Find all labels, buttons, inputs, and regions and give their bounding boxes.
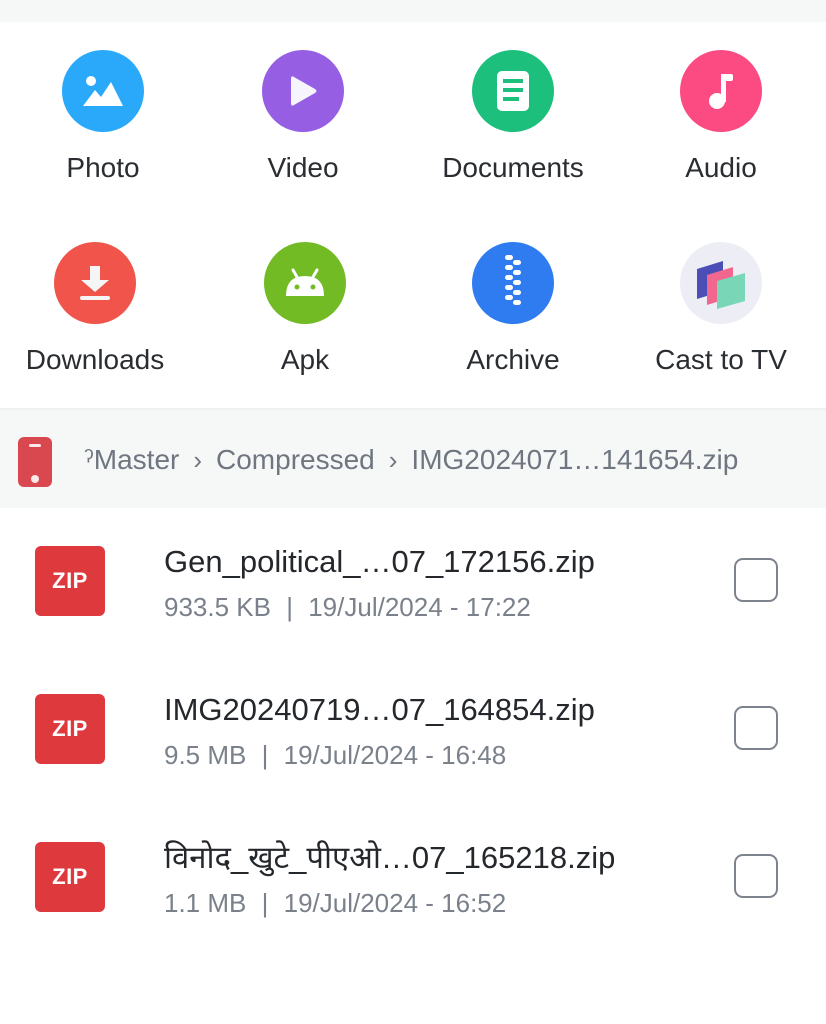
image-icon bbox=[62, 50, 144, 132]
category-label: Downloads bbox=[25, 344, 165, 375]
file-meta: 933.5 KB | 19/Jul/2024 - 17:22 bbox=[164, 592, 531, 623]
category-archive[interactable]: Archive bbox=[410, 242, 616, 376]
breadcrumb-item[interactable]: ˀMaster bbox=[84, 444, 179, 476]
breadcrumb-item[interactable]: IMG2024071…141654.zip bbox=[411, 444, 738, 476]
zip-file-icon: ZIP bbox=[35, 546, 105, 616]
zipper-icon bbox=[472, 242, 554, 324]
category-label: Photo bbox=[66, 152, 140, 183]
cast-screens-icon bbox=[680, 242, 762, 324]
category-label: Cast to TV bbox=[655, 344, 787, 375]
meta-separator: | bbox=[261, 740, 269, 770]
file-name: विनोद_खुटे_पीएओ…07_165218.zip bbox=[164, 840, 616, 875]
category-label: Apk bbox=[280, 344, 330, 375]
android-icon bbox=[264, 242, 346, 324]
category-cast-to-tv[interactable]: Cast to TV bbox=[618, 242, 824, 376]
category-downloads[interactable]: Downloads bbox=[0, 242, 198, 376]
select-checkbox[interactable] bbox=[734, 558, 778, 602]
category-video[interactable]: Video bbox=[200, 50, 406, 184]
category-grid: Photo Video Documents Audio Downloads Ap… bbox=[0, 22, 826, 408]
breadcrumb-item[interactable]: Compressed bbox=[216, 444, 375, 476]
zip-file-icon: ZIP bbox=[35, 694, 105, 764]
file-size: 933.5 KB bbox=[164, 592, 271, 622]
category-label: Video bbox=[267, 152, 339, 183]
file-row[interactable]: ZIP Gen_political_…07_172156.zip 933.5 K… bbox=[0, 508, 826, 656]
file-name: Gen_political_…07_172156.zip bbox=[164, 544, 595, 579]
breadcrumb: ˀMaster › Compressed › IMG2024071…141654… bbox=[0, 410, 826, 508]
play-icon bbox=[262, 50, 344, 132]
category-apk[interactable]: Apk bbox=[202, 242, 408, 376]
zip-file-icon: ZIP bbox=[35, 842, 105, 912]
category-audio[interactable]: Audio bbox=[618, 50, 824, 184]
file-name: IMG20240719…07_164854.zip bbox=[164, 692, 595, 727]
file-date: 19/Jul/2024 - 17:22 bbox=[308, 592, 531, 622]
category-label: Audio bbox=[685, 152, 757, 183]
document-icon bbox=[472, 50, 554, 132]
file-date: 19/Jul/2024 - 16:48 bbox=[283, 740, 507, 770]
file-row[interactable]: ZIP IMG20240719…07_164854.zip 9.5 MB | 1… bbox=[0, 656, 826, 804]
category-documents[interactable]: Documents bbox=[410, 50, 616, 184]
meta-separator: | bbox=[261, 888, 269, 918]
file-size: 1.1 MB bbox=[164, 888, 247, 918]
file-size: 9.5 MB bbox=[164, 740, 247, 770]
category-label: Documents bbox=[442, 152, 584, 183]
chevron-right-icon: › bbox=[193, 444, 203, 475]
file-row[interactable]: ZIP विनोद_खुटे_पीएओ…07_165218.zip 1.1 MB… bbox=[0, 804, 826, 952]
top-strip bbox=[0, 0, 826, 22]
chevron-right-icon: › bbox=[388, 444, 398, 475]
meta-separator: | bbox=[286, 592, 293, 622]
phone-storage-icon[interactable] bbox=[18, 437, 52, 487]
breadcrumb-path: ˀMaster › Compressed › IMG2024071…141654… bbox=[84, 444, 738, 476]
file-meta: 9.5 MB | 19/Jul/2024 - 16:48 bbox=[164, 740, 506, 771]
select-checkbox[interactable] bbox=[734, 854, 778, 898]
music-note-icon bbox=[680, 50, 762, 132]
file-date: 19/Jul/2024 - 16:52 bbox=[283, 888, 507, 918]
category-label: Archive bbox=[466, 344, 560, 375]
category-photo[interactable]: Photo bbox=[0, 50, 206, 184]
select-checkbox[interactable] bbox=[734, 706, 778, 750]
file-meta: 1.1 MB | 19/Jul/2024 - 16:52 bbox=[164, 888, 506, 919]
download-icon bbox=[54, 242, 136, 324]
